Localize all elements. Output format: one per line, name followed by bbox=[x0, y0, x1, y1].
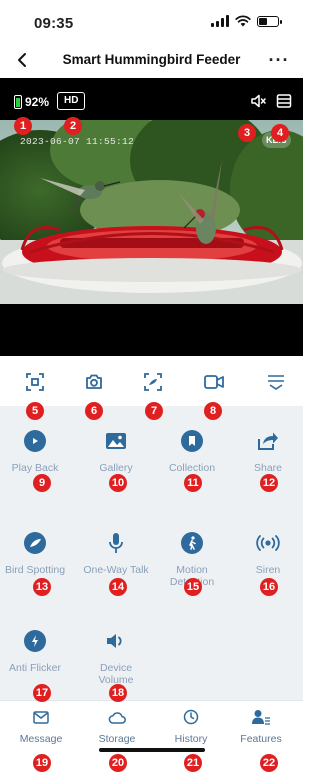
feature-collection[interactable]: Collection bbox=[157, 428, 227, 474]
feature-label: Play Back bbox=[11, 462, 59, 474]
feature-label: Bird Spotting bbox=[4, 564, 66, 576]
video-player[interactable]: 92% HD 2023-06-07 11:55:12 KB/s bbox=[0, 78, 303, 356]
record-button[interactable] bbox=[202, 370, 226, 394]
tab-label: Message bbox=[19, 733, 63, 745]
bottom-tab-bar: Message Storage History Features bbox=[0, 700, 303, 772]
feature-anti-flicker[interactable]: Anti Flicker bbox=[0, 628, 70, 674]
envelope-icon bbox=[33, 710, 49, 724]
phone-battery-icon bbox=[257, 15, 282, 27]
live-video-frame[interactable] bbox=[0, 120, 303, 304]
feature-gallery[interactable]: Gallery bbox=[81, 428, 151, 474]
tab-storage[interactable]: Storage bbox=[79, 707, 155, 745]
microphone-icon bbox=[109, 533, 123, 553]
video-timestamp: 2023-06-07 11:55:12 bbox=[20, 136, 135, 147]
status-icons bbox=[211, 15, 282, 27]
clock-icon bbox=[183, 709, 199, 725]
play-icon bbox=[24, 430, 46, 452]
page-title: Smart Hummingbird Feeder bbox=[62, 52, 241, 67]
image-icon bbox=[106, 433, 126, 449]
feature-motion-detection[interactable]: Motion Detection bbox=[157, 530, 227, 588]
fullscreen-icon[interactable] bbox=[276, 93, 292, 109]
feeder-scene-image bbox=[0, 120, 303, 304]
bookmark-icon bbox=[181, 430, 203, 452]
nav-bar: Smart Hummingbird Feeder ··· bbox=[0, 42, 303, 78]
quality-toggle-button[interactable]: HD bbox=[57, 92, 86, 110]
feature-label: Motion Detection bbox=[169, 564, 215, 588]
speaker-icon bbox=[107, 634, 122, 648]
app-screen: 09:35 Smart Hummingbird Feeder ··· 92% H… bbox=[0, 0, 303, 772]
camera-icon bbox=[86, 374, 102, 389]
tab-label: History bbox=[174, 733, 208, 745]
feature-label: Collection bbox=[168, 462, 216, 474]
mute-icon[interactable] bbox=[249, 92, 267, 110]
bird-recognition-button[interactable] bbox=[141, 370, 165, 394]
tab-label: Features bbox=[240, 733, 282, 745]
more-controls-button[interactable] bbox=[264, 370, 288, 394]
feature-one-way-talk[interactable]: One-Way Talk bbox=[81, 530, 151, 576]
feature-bird-spotting[interactable]: Bird Spotting bbox=[0, 530, 70, 576]
user-features-icon bbox=[252, 710, 270, 725]
siren-icon bbox=[256, 535, 280, 551]
control-toolbar bbox=[0, 356, 303, 406]
feature-label: Share bbox=[253, 462, 283, 474]
feature-label: Siren bbox=[255, 564, 281, 576]
share-icon bbox=[258, 432, 278, 450]
focus-icon bbox=[26, 373, 44, 391]
feature-device-volume[interactable]: Device Volume bbox=[81, 628, 151, 686]
tab-message[interactable]: Message bbox=[3, 707, 79, 745]
home-indicator bbox=[99, 748, 205, 752]
menu-icon bbox=[268, 375, 284, 390]
video-record-icon bbox=[204, 375, 224, 389]
battery-percent: 92% bbox=[25, 95, 50, 109]
lightning-icon bbox=[24, 630, 46, 652]
scan-icon bbox=[144, 373, 162, 391]
feature-label: Device Volume bbox=[98, 662, 134, 686]
tab-label: Storage bbox=[98, 733, 136, 745]
feature-label: Anti Flicker bbox=[9, 662, 61, 674]
player-top-bar: 92% HD bbox=[0, 78, 303, 120]
feature-share[interactable]: Share bbox=[233, 428, 303, 474]
feature-playback[interactable]: Play Back bbox=[0, 428, 70, 474]
bitrate-label: KB/s bbox=[262, 132, 291, 148]
cloud-icon bbox=[108, 711, 126, 724]
tab-history[interactable]: History bbox=[153, 707, 229, 745]
bird-icon bbox=[24, 532, 46, 554]
tab-features[interactable]: Features bbox=[223, 707, 299, 745]
feature-siren[interactable]: Siren bbox=[233, 530, 303, 576]
feature-grid: Play Back Gallery Collection Share Bird … bbox=[0, 406, 303, 700]
status-bar: 09:35 bbox=[0, 0, 303, 42]
snapshot-button[interactable] bbox=[82, 370, 106, 394]
more-options-button[interactable]: ··· bbox=[267, 48, 291, 72]
battery-icon bbox=[14, 95, 22, 109]
status-time: 09:35 bbox=[34, 15, 74, 32]
focus-button[interactable] bbox=[23, 370, 47, 394]
device-battery-indicator: 92% bbox=[14, 95, 49, 109]
walking-person-icon bbox=[181, 532, 203, 554]
feature-label: One-Way Talk bbox=[83, 564, 149, 576]
wifi-icon bbox=[235, 15, 251, 27]
feature-label: Gallery bbox=[99, 462, 133, 474]
signal-icon bbox=[211, 15, 229, 27]
